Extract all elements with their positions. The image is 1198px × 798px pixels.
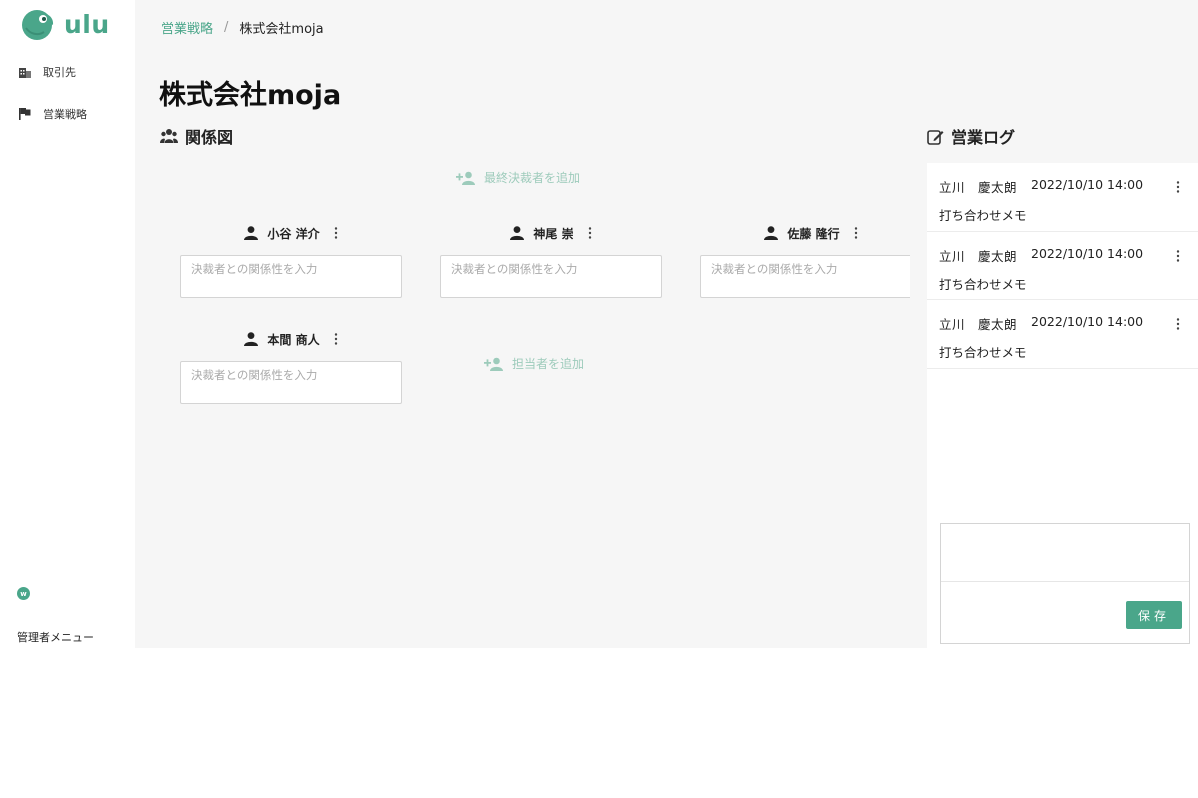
add-representative-label: 担当者を追加 xyxy=(512,357,585,371)
person-header: 佐藤 隆行 xyxy=(700,223,910,243)
log-author: 立川 慶太朗 xyxy=(939,249,1018,264)
log-datetime: 2022/10/10 14:00 xyxy=(1031,314,1144,329)
log-author: 立川 慶太朗 xyxy=(939,317,1018,332)
more-vert-icon[interactable] xyxy=(1176,181,1180,193)
person-icon xyxy=(764,226,779,240)
log-entry[interactable]: 立川 慶太朗 2022/10/10 14:00 打ち合わせメモ xyxy=(927,163,1198,232)
people-group-icon xyxy=(160,128,178,144)
relationship-section-title: 関係図 xyxy=(160,124,233,148)
admin-menu-link[interactable]: 管理者メニュー xyxy=(17,629,94,645)
add-person-icon xyxy=(456,171,476,185)
more-vert-icon[interactable] xyxy=(588,227,592,239)
person-icon xyxy=(510,226,525,240)
breadcrumb-link-sales-strategy[interactable]: 営業戦略 xyxy=(161,18,213,37)
log-text: 打ち合わせメモ xyxy=(939,208,1027,223)
more-vert-icon[interactable] xyxy=(334,227,338,239)
more-vert-icon[interactable] xyxy=(854,227,858,239)
logo-text: ulu xyxy=(64,9,110,39)
app-window: ulu 取引先 営業戦略 w 管理者メニュー 営業戦略 / 株式会社moja 株… xyxy=(0,0,1198,648)
breadcrumb: 営業戦略 / 株式会社moja xyxy=(161,18,324,37)
person-header: 本間 商人 xyxy=(180,329,402,349)
log-datetime: 2022/10/10 14:00 xyxy=(1031,246,1144,261)
log-entry[interactable]: 立川 慶太朗 2022/10/10 14:00 打ち合わせメモ xyxy=(927,232,1198,300)
relationship-input[interactable] xyxy=(440,255,662,298)
person-card: 神尾 崇 xyxy=(440,223,662,302)
log-input-form: 保存 xyxy=(940,523,1190,644)
sidebar-item-sales-strategy[interactable]: 営業戦略 xyxy=(18,106,87,122)
logo[interactable]: ulu xyxy=(20,6,110,42)
sidebar: ulu 取引先 営業戦略 w 管理者メニュー xyxy=(0,0,135,648)
sidebar-item-label: 営業戦略 xyxy=(43,108,87,121)
person-name: 佐藤 隆行 xyxy=(787,226,840,241)
log-entry[interactable]: 立川 慶太朗 2022/10/10 14:00 打ち合わせメモ xyxy=(927,300,1198,369)
add-person-icon xyxy=(484,357,504,371)
log-input-textarea[interactable] xyxy=(941,524,1189,582)
sales-log-panel: 立川 慶太朗 2022/10/10 14:00 打ち合わせメモ 立川 慶太朗 2… xyxy=(927,163,1198,648)
sidebar-item-clients[interactable]: 取引先 xyxy=(18,64,76,80)
log-text: 打ち合わせメモ xyxy=(939,277,1027,292)
person-name: 神尾 崇 xyxy=(533,226,574,241)
person-name: 小谷 洋介 xyxy=(267,226,320,241)
person-name: 本間 商人 xyxy=(267,332,320,347)
logo-mascot-icon xyxy=(22,10,54,40)
save-button[interactable]: 保存 xyxy=(1126,601,1182,629)
more-vert-icon[interactable] xyxy=(334,333,338,345)
log-author: 立川 慶太朗 xyxy=(939,180,1018,195)
sales-log-title-text: 営業ログ xyxy=(951,128,1016,147)
person-icon xyxy=(244,332,259,346)
log-text: 打ち合わせメモ xyxy=(939,345,1027,360)
person-card: 本間 商人 xyxy=(180,329,402,408)
log-meta: 立川 慶太朗 2022/10/10 14:00 xyxy=(939,246,1198,265)
more-vert-icon[interactable] xyxy=(1176,318,1180,330)
sales-log-section-title: 営業ログ xyxy=(927,124,1015,148)
add-representative-button[interactable]: 担当者を追加 xyxy=(484,355,584,372)
relationship-input[interactable] xyxy=(180,361,402,404)
person-header: 小谷 洋介 xyxy=(180,223,402,243)
add-final-decision-maker-label: 最終決裁者を追加 xyxy=(484,171,581,185)
person-card: 小谷 洋介 xyxy=(180,223,402,302)
add-final-decision-maker-button[interactable]: 最終決裁者を追加 xyxy=(456,169,580,186)
relationship-input[interactable] xyxy=(180,255,402,298)
page-title: 株式会社moja xyxy=(159,80,342,111)
relationship-title-text: 関係図 xyxy=(185,128,234,147)
sidebar-item-label: 取引先 xyxy=(43,66,76,79)
log-meta: 立川 慶太朗 2022/10/10 14:00 xyxy=(939,177,1198,196)
more-vert-icon[interactable] xyxy=(1176,250,1180,262)
breadcrumb-current: 株式会社moja xyxy=(239,22,324,37)
person-icon xyxy=(244,226,259,240)
user-avatar[interactable]: w xyxy=(17,587,30,600)
person-card: 佐藤 隆行 xyxy=(700,223,910,302)
relationship-input[interactable] xyxy=(700,255,910,298)
person-header: 神尾 崇 xyxy=(440,223,662,243)
building-icon xyxy=(18,65,32,79)
log-datetime: 2022/10/10 14:00 xyxy=(1031,177,1144,192)
breadcrumb-separator: / xyxy=(224,20,229,35)
flag-icon xyxy=(18,107,32,121)
log-meta: 立川 慶太朗 2022/10/10 14:00 xyxy=(939,314,1198,333)
edit-note-icon xyxy=(927,128,944,145)
